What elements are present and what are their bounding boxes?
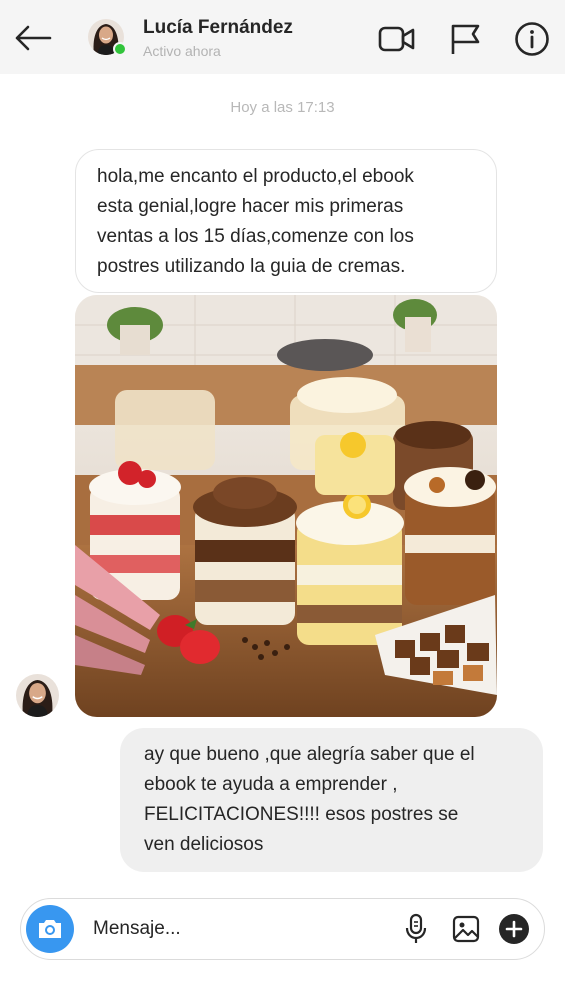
photo-illustration [75, 295, 497, 717]
message-line: ay que bueno ,que alegría saber que el [144, 744, 475, 765]
message-line: esta genial,logre hacer mis primeras [97, 196, 404, 217]
info-icon [515, 22, 549, 56]
camera-icon [39, 920, 61, 938]
message-line: ven deliciosos [144, 834, 264, 855]
video-camera-icon [378, 26, 415, 52]
message-input[interactable] [93, 913, 383, 945]
plus-circle-icon [499, 914, 529, 944]
avatar-photo [16, 674, 59, 717]
more-options-button[interactable] [497, 912, 531, 946]
message-line: hola,me encanto el producto,el ebook [97, 166, 414, 187]
video-call-button[interactable] [378, 20, 416, 58]
flag-icon [451, 24, 480, 54]
camera-button[interactable] [26, 905, 74, 953]
message-line: ebook te ayuda a emprender , [144, 774, 398, 795]
incoming-message-bubble[interactable]: hola,me encanto el producto,el ebook est… [75, 149, 497, 293]
contact-name[interactable]: Lucía Fernández [143, 17, 293, 39]
online-status-dot [113, 42, 127, 56]
voice-message-button[interactable] [399, 912, 433, 946]
info-button[interactable] [513, 20, 551, 58]
message-line: postres utilizando la guia de cremas. [97, 256, 406, 277]
dessert-cups-photo[interactable] [75, 295, 497, 717]
chat-header: Lucía Fernández Activo ahora [0, 0, 565, 74]
microphone-icon [405, 913, 427, 943]
back-button[interactable] [12, 20, 54, 56]
sender-avatar[interactable] [16, 674, 59, 717]
outgoing-message-bubble[interactable]: ay que bueno ,que alegría saber que el e… [120, 728, 543, 872]
message-composer [20, 898, 545, 960]
arrow-left-icon [15, 25, 52, 51]
message-line: FELICITACIONES!!!! esos postres se [144, 804, 459, 825]
gallery-button[interactable] [449, 912, 483, 946]
report-button[interactable] [446, 20, 484, 58]
contact-status: Activo ahora [143, 43, 221, 59]
message-line: ventas a los 15 días,comenze con los [97, 226, 414, 247]
contact-avatar[interactable] [88, 19, 127, 56]
image-gallery-icon [452, 915, 480, 943]
message-timestamp: Hoy a las 17:13 [230, 99, 335, 116]
